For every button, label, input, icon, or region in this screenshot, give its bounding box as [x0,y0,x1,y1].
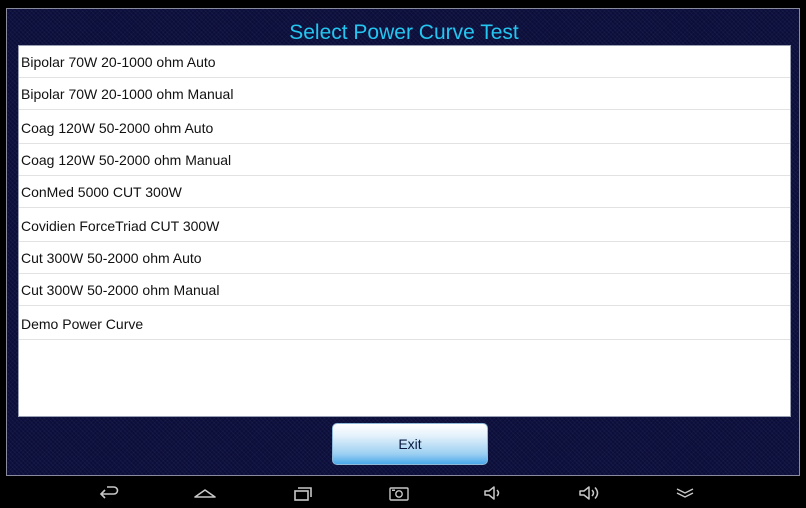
app-window: Select Power Curve Test Bipolar 70W 20-1… [6,8,800,476]
volume-down-icon[interactable] [482,482,506,504]
page-title: Select Power Curve Test [289,21,519,44]
top-strip [0,0,806,8]
list-item[interactable]: Bipolar 70W 20-1000 ohm Auto [19,46,790,78]
list-item[interactable]: Cut 300W 50-2000 ohm Auto [19,242,790,274]
list-item[interactable]: Covidien ForceTriad CUT 300W [19,210,790,242]
list-item[interactable]: Bipolar 70W 20-1000 ohm Manual [19,78,790,110]
system-nav-bar [0,478,806,508]
device-screen: Select Power Curve Test Bipolar 70W 20-1… [0,0,806,508]
screenshot-icon[interactable] [387,482,411,504]
home-icon[interactable] [193,482,217,504]
exit-button[interactable]: Exit [332,423,488,465]
list-item[interactable]: Cut 300W 50-2000 ohm Manual [19,274,790,306]
volume-up-icon[interactable] [578,482,602,504]
back-icon[interactable] [97,482,121,504]
power-curve-list[interactable]: Bipolar 70W 20-1000 ohm Auto Bipolar 70W… [18,45,791,417]
list-item[interactable]: Demo Power Curve [19,308,790,340]
hide-navbar-icon[interactable] [673,482,697,504]
list-item[interactable]: Coag 120W 50-2000 ohm Auto [19,112,790,144]
list-item[interactable]: ConMed 5000 CUT 300W [19,176,790,208]
list-item[interactable]: Coag 120W 50-2000 ohm Manual [19,144,790,176]
recent-apps-icon[interactable] [290,482,314,504]
